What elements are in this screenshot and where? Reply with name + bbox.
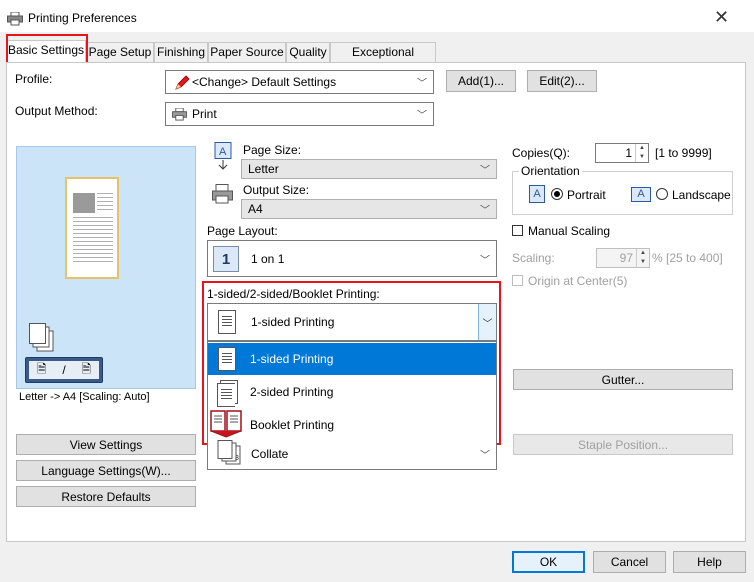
- gutter-button[interactable]: Gutter...: [513, 369, 733, 390]
- cancel-button[interactable]: Cancel: [593, 551, 666, 573]
- slash-icon: /: [62, 363, 66, 377]
- tab-paper-source[interactable]: Paper Source: [208, 42, 286, 62]
- manual-scaling-checkbox[interactable]: [512, 225, 523, 236]
- output-method-value: Print: [192, 107, 217, 121]
- add-profile-button[interactable]: Add(1)...: [446, 70, 516, 92]
- tab-finishing[interactable]: Finishing: [154, 42, 208, 62]
- output-size-label: Output Size:: [243, 183, 310, 197]
- collate-combo[interactable]: 3 Collate ﹀: [207, 438, 497, 470]
- svg-text:A: A: [219, 146, 227, 158]
- profile-value: <Change> Default Settings: [192, 75, 337, 89]
- page-preview: 🗎 / 🗎: [16, 146, 196, 389]
- preview-page: [65, 177, 119, 279]
- window-title: Printing Preferences: [28, 11, 137, 25]
- tab-exceptional-settings[interactable]: Exceptional Settings: [330, 42, 436, 77]
- orientation-label: Orientation: [519, 164, 582, 178]
- page-size-combo[interactable]: Letter ﹀: [241, 159, 497, 179]
- landscape-label: Landscape: [672, 188, 731, 202]
- chevron-down-icon: ﹀: [480, 205, 490, 217]
- svg-text:3: 3: [235, 455, 239, 462]
- portrait-label: Portrait: [567, 188, 606, 202]
- page-layout-combo[interactable]: 1 1 on 1 ﹀: [207, 240, 497, 277]
- chevron-down-icon: ﹀: [480, 450, 490, 461]
- copies-label: Copies(Q):: [512, 146, 571, 160]
- landscape-icon: A: [631, 187, 651, 202]
- help-button[interactable]: Help: [673, 551, 746, 573]
- restore-defaults-button[interactable]: Restore Defaults: [16, 486, 196, 507]
- spin-arrows-icon[interactable]: ▲ ▼: [635, 144, 648, 162]
- document-icon: 🗎: [81, 361, 92, 376]
- origin-center-checkbox[interactable]: [512, 275, 523, 286]
- copies-range: [1 to 9999]: [655, 146, 712, 160]
- scaling-spinner[interactable]: 97 ▲ ▼: [596, 248, 650, 268]
- chevron-down-icon: ﹀: [417, 110, 427, 122]
- landscape-radio[interactable]: [656, 188, 668, 200]
- chevron-down-icon: ﹀: [417, 78, 427, 90]
- preview-status: Letter -> A4 [Scaling: Auto]: [16, 389, 196, 405]
- portrait-radio[interactable]: [551, 188, 563, 200]
- profile-label: Profile:: [15, 72, 53, 86]
- copies-spinner[interactable]: 1 ▲ ▼: [595, 143, 649, 163]
- output-size-icon: [212, 184, 233, 204]
- printer-icon: [7, 12, 23, 26]
- pencil-icon: [175, 75, 190, 90]
- page-size-icon: A: [214, 142, 232, 170]
- document-icon: 🗎: [36, 361, 47, 376]
- staple-position-button[interactable]: Staple Position...: [513, 434, 733, 455]
- output-method-combo[interactable]: Print ﹀: [165, 102, 434, 126]
- page-size-label: Page Size:: [243, 143, 302, 157]
- scaling-range: % [25 to 400]: [652, 251, 723, 265]
- output-size-combo[interactable]: A4 ﹀: [241, 199, 497, 219]
- chevron-down-icon: ﹀: [480, 165, 490, 177]
- layout-1on1-icon: 1: [213, 246, 239, 272]
- output-method-label: Output Method:: [15, 104, 98, 118]
- collate-icon: 3: [217, 440, 241, 465]
- scaling-value: 97: [619, 251, 633, 265]
- view-settings-button[interactable]: View Settings: [16, 434, 196, 455]
- preview-mode-toggle[interactable]: 🗎 / 🗎: [25, 357, 103, 383]
- manual-scaling-label: Manual Scaling: [528, 224, 611, 238]
- printer-icon: [172, 108, 187, 121]
- page-layout-value: 1 on 1: [251, 251, 285, 266]
- language-settings-button[interactable]: Language Settings(W)...: [16, 460, 196, 481]
- chevron-down-icon: ﹀: [480, 255, 490, 266]
- profile-combo[interactable]: <Change> Default Settings ﹀: [165, 70, 434, 94]
- scaling-label: Scaling:: [512, 251, 555, 265]
- output-size-value: A4: [248, 202, 263, 216]
- preview-image-block: [73, 193, 95, 213]
- tab-quality[interactable]: Quality: [286, 42, 330, 62]
- spin-arrows-icon[interactable]: ▲ ▼: [636, 249, 649, 267]
- tab-page-setup[interactable]: Page Setup: [86, 42, 154, 62]
- highlight-sided-section: [202, 281, 501, 445]
- origin-center-label: Origin at Center(5): [528, 274, 628, 288]
- collate-value: Collate: [251, 446, 289, 461]
- copies-value: 1: [625, 146, 632, 160]
- title-bar: Printing Preferences ✕: [0, 4, 754, 32]
- copies-stack-icon: [29, 323, 54, 352]
- ok-button[interactable]: OK: [512, 551, 585, 573]
- page-size-value: Letter: [248, 162, 279, 176]
- page-layout-label: Page Layout:: [207, 224, 278, 238]
- close-icon[interactable]: ✕: [714, 7, 729, 28]
- edit-profile-button[interactable]: Edit(2)...: [527, 70, 597, 92]
- portrait-icon: A: [529, 185, 545, 203]
